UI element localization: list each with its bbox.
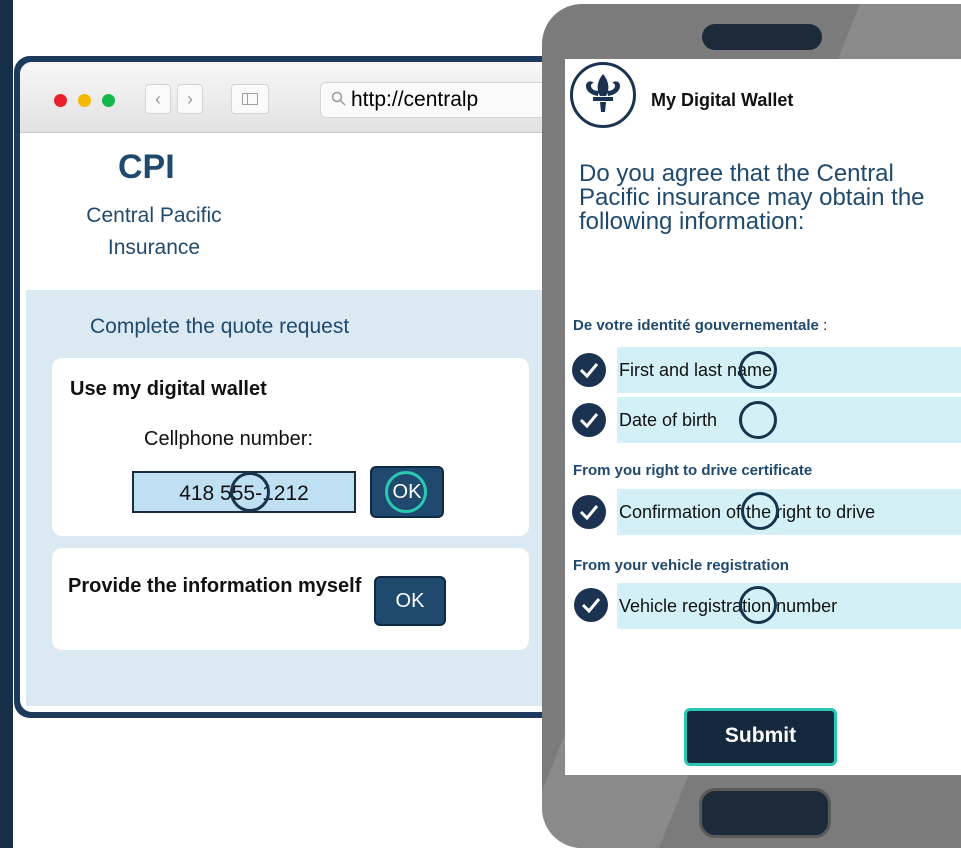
brand-full-name: Central Pacific Insurance [86,204,222,259]
submit-button[interactable]: Submit [684,708,837,766]
consent-question: Do you agree that the Central Pacific in… [579,160,925,235]
browser-content: ‹ › http://centralp CPI Central Pacific … [20,62,568,712]
browser-toolbar: ‹ › http://centralp [20,62,568,133]
maximize-window-dot[interactable] [102,94,115,107]
close-window-dot[interactable] [54,94,67,107]
phone-screen: My Digital Wallet Do you agree that the … [565,59,961,775]
phone-home-button[interactable] [699,788,831,838]
brand-short-name: CPI [118,148,175,186]
focus-circle-marker [739,586,777,624]
focus-circle-marker [741,492,779,530]
quote-title: Complete the quote request [90,315,350,338]
search-icon [331,91,346,106]
consent-item-label: Date of birth [619,410,718,430]
manual-entry-card: Provide the information myself OK [52,548,529,650]
minimize-window-dot[interactable] [78,94,91,107]
browser-window: ‹ › http://centralp CPI Central Pacific … [14,56,574,718]
checkmark-icon[interactable] [572,353,606,387]
url-text: http://centralp [351,88,479,111]
consent-row-right-to-drive[interactable]: Confirmation of the right to drive [617,489,961,535]
section-heading-text: De votre identité gouvernementale [573,317,819,334]
phone-speaker [702,24,822,50]
checkmark-icon[interactable] [572,495,606,529]
section-heading-driving-right: From you right to drive certificate [573,462,813,479]
forward-arrow-icon[interactable]: › [177,84,203,114]
checkmark-icon[interactable] [572,403,606,437]
phone-device: My Digital Wallet Do you agree that the … [542,4,961,848]
consent-row-birth-date[interactable]: Date of birth [617,397,961,443]
digital-wallet-title: Use my digital wallet [70,378,267,400]
manual-entry-title: Provide the information myself [68,575,362,597]
wallet-logo [570,62,636,128]
section-heading-government-id: De votre identité gouvernementale : [573,317,827,334]
checkmark-icon[interactable] [574,588,608,622]
section-heading-suffix: : [818,317,828,334]
manual-ok-button[interactable]: OK [374,576,446,626]
focus-circle-marker [739,401,777,439]
focus-circle-marker [230,472,270,512]
focus-circle-marker [739,351,777,389]
cellphone-label: Cellphone number: [144,428,313,450]
wallet-title: My Digital Wallet [651,90,794,110]
consent-item-label: Vehicle registration number [619,596,838,616]
consent-row-vehicle-registration[interactable]: Vehicle registration number [617,583,961,629]
back-arrow-icon[interactable]: ‹ [145,84,171,114]
page-edge-strip [0,0,13,848]
section-heading-vehicle-registration: From your vehicle registration [573,557,789,574]
quote-request-panel: Complete the quote request Use my digita… [26,290,568,706]
url-bar[interactable]: http://centralp [320,82,568,118]
consent-row-name[interactable]: First and last name [617,347,961,393]
sidebar-icon[interactable] [231,84,269,114]
fleur-de-lis-icon [586,74,620,112]
click-circle-marker [385,471,427,513]
digital-wallet-card: Use my digital wallet Cellphone number: … [52,358,529,536]
